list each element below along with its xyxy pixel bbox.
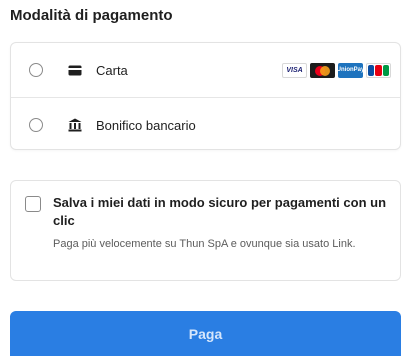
- payment-option-bank-transfer[interactable]: Bonifico bancario: [11, 97, 400, 152]
- unionpay-icon: UnionPay: [337, 62, 364, 78]
- card-label: Carta: [96, 62, 128, 78]
- mastercard-icon: [310, 62, 335, 78]
- card-icon: [68, 63, 82, 77]
- visa-icon: VISA: [282, 62, 307, 78]
- bank-transfer-label: Bonifico bancario: [96, 117, 196, 133]
- jcb-icon: [366, 62, 391, 78]
- card-radio[interactable]: [29, 63, 43, 77]
- payment-option-card[interactable]: Carta VISA UnionPay: [11, 43, 400, 97]
- save-details-subtitle: Paga più velocemente su Thun SpA e ovunq…: [53, 238, 356, 250]
- save-details-box: Salva i miei dati in modo sicuro per pag…: [10, 180, 401, 281]
- payment-methods-title: Modalità di pagamento: [10, 7, 173, 24]
- bank-icon: [68, 118, 82, 132]
- card-brand-logos: VISA UnionPay: [282, 62, 391, 78]
- payment-methods-list: Carta VISA UnionPay Bonifico bancario: [10, 42, 401, 150]
- save-details-title: Salva i miei dati in modo sicuro per pag…: [53, 195, 387, 228]
- save-details-checkbox[interactable]: [25, 196, 41, 212]
- bank-transfer-radio[interactable]: [29, 118, 43, 132]
- pay-button[interactable]: Paga: [10, 311, 401, 356]
